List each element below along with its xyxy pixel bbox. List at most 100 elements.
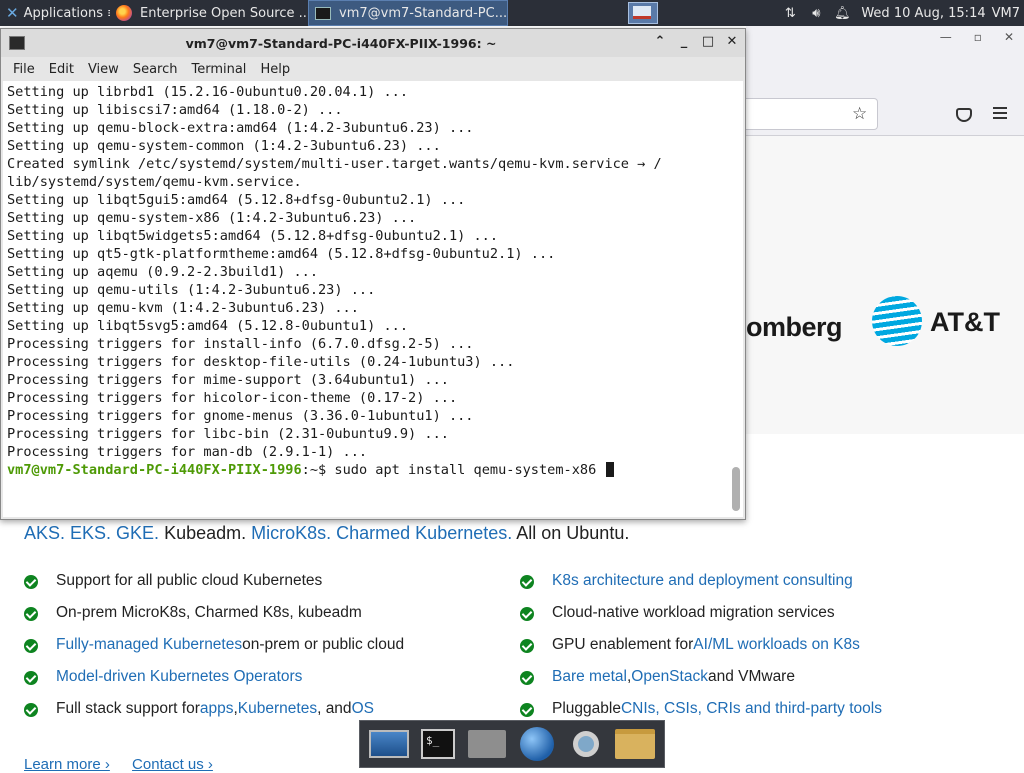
- terminal-line: Processing triggers for gnome-menus (3.3…: [7, 408, 474, 424]
- menu-terminal[interactable]: Terminal: [179, 62, 246, 77]
- notification-bell-icon[interactable]: 🔔︎: [831, 0, 853, 26]
- prompt-user-host: vm7@vm7-Standard-PC-i440FX-PIIX-1996: [7, 462, 302, 478]
- browser-toolbar: — ▫ ✕ ☆: [746, 26, 1024, 136]
- feature-link[interactable]: K8s architecture and deployment consulti…: [552, 572, 853, 590]
- terminal-line: Processing triggers for man-db (2.9.1-1)…: [7, 444, 368, 460]
- terminal-line: Setting up aqemu (0.9.2-2.3build1) ...: [7, 264, 318, 280]
- clock[interactable]: Wed 10 Aug, 15:14: [853, 6, 991, 21]
- home-folder-icon: [468, 730, 507, 758]
- network-icon[interactable]: ⇅: [779, 0, 801, 26]
- feature-text: Full stack support for: [56, 700, 200, 717]
- browser-maximize-icon[interactable]: ▫: [974, 30, 982, 44]
- terminal-scrollbar[interactable]: [732, 467, 740, 511]
- menu-view[interactable]: View: [76, 62, 119, 77]
- top-panel: ✕ Applications ≡ Enterprise Open Source …: [0, 0, 1024, 26]
- firefox-icon: [116, 5, 132, 21]
- minimize-icon[interactable]: _: [677, 34, 691, 49]
- hamburger-menu-icon[interactable]: [993, 107, 1007, 122]
- check-icon: [24, 639, 38, 653]
- dock-browser-button[interactable]: [515, 724, 559, 764]
- feature-text: and VMware: [707, 668, 795, 685]
- feature-link-os[interactable]: OS: [352, 700, 374, 718]
- terminal-line: Processing triggers for libc-bin (2.31-0…: [7, 426, 449, 442]
- taskbar-firefox-button[interactable]: Enterprise Open Source ...: [110, 0, 308, 26]
- terminal-line: lib/systemd/system/qemu-kvm.service.: [7, 174, 302, 190]
- heading-link-aks-eks-gke[interactable]: AKS. EKS. GKE.: [24, 523, 159, 543]
- terminal-line: Created symlink /etc/systemd/system/mult…: [7, 156, 662, 172]
- list-item: Bare metal, OpenStack and VMware: [520, 668, 882, 700]
- dock: $_: [359, 720, 665, 768]
- dock-home-button[interactable]: [465, 724, 509, 764]
- taskbar-terminal-label: vm7@vm7-Standard-PC...: [339, 5, 508, 21]
- feature-text: , and: [317, 700, 352, 717]
- terminal-line: Setting up libqt5widgets5:amd64 (5.12.8+…: [7, 228, 499, 244]
- terminal-window: vm7@vm7-Standard-PC-i440FX-PIIX-1996: ~ …: [0, 28, 746, 520]
- check-icon: [24, 671, 38, 685]
- list-item: K8s architecture and deployment consulti…: [520, 572, 882, 604]
- workspace-switcher[interactable]: [628, 2, 658, 24]
- kubernetes-heading: AKS. EKS. GKE. Kubeadm. MicroK8s. Charme…: [24, 523, 629, 544]
- terminal-line: Setting up qemu-utils (1:4.2-3ubuntu6.23…: [7, 282, 376, 298]
- feature-link[interactable]: Model-driven Kubernetes Operators: [56, 668, 302, 686]
- feature-link[interactable]: CNIs, CSIs, CRIs and third-party tools: [621, 700, 882, 718]
- feature-link[interactable]: Fully-managed Kubernetes: [56, 636, 242, 654]
- check-icon: [520, 703, 534, 717]
- shade-up-icon[interactable]: ⌃: [653, 34, 667, 49]
- terminal-titlebar[interactable]: vm7@vm7-Standard-PC-i440FX-PIIX-1996: ~ …: [1, 29, 745, 57]
- list-item: Fully-managed Kubernetes on-prem or publ…: [24, 636, 404, 668]
- maximize-icon[interactable]: □: [701, 34, 715, 49]
- learn-more-links: Learn more › Contact us ›: [24, 756, 231, 773]
- check-icon: [520, 607, 534, 621]
- browser-minimize-icon[interactable]: —: [940, 30, 952, 44]
- terminal-line: Processing triggers for desktop-file-uti…: [7, 354, 515, 370]
- feature-link-kubernetes[interactable]: Kubernetes: [238, 700, 317, 718]
- terminal-line: Setting up qt5-gtk-platformtheme:amd64 (…: [7, 246, 556, 262]
- pocket-icon[interactable]: [956, 108, 972, 122]
- applications-menu[interactable]: ✕ Applications ≡: [0, 0, 110, 26]
- browser-close-icon[interactable]: ✕: [1004, 30, 1014, 44]
- terminal-output[interactable]: Setting up librbd1 (15.2.16-0ubuntu0.20.…: [3, 81, 743, 517]
- check-icon: [24, 703, 38, 717]
- terminal-line: Processing triggers for mime-support (3.…: [7, 372, 449, 388]
- terminal-window-controls: ⌃ _ □ ✕: [653, 34, 739, 49]
- prompt-line: vm7@vm7-Standard-PC-i440FX-PIIX-1996:~$ …: [7, 461, 731, 479]
- list-item: On-prem MicroK8s, Charmed K8s, kubeadm: [24, 604, 404, 636]
- close-icon[interactable]: ✕: [725, 34, 739, 49]
- heading-link-microk8s[interactable]: MicroK8s. Charmed Kubernetes.: [251, 523, 512, 543]
- browser-window-controls: — ▫ ✕: [940, 30, 1014, 44]
- att-logo: AT&T: [930, 307, 1000, 337]
- learn-more-link[interactable]: Learn more ›: [24, 756, 110, 773]
- feature-link[interactable]: AI/ML workloads on K8s: [693, 636, 860, 654]
- taskbar-firefox-label: Enterprise Open Source ...: [140, 5, 308, 21]
- bookmark-star-icon[interactable]: ☆: [852, 104, 867, 124]
- dock-search-button[interactable]: [564, 724, 608, 764]
- dock-files-button[interactable]: [613, 724, 657, 764]
- bloomberg-logo: omberg: [746, 312, 843, 342]
- desktop-icon: [368, 730, 409, 758]
- feature-link-apps[interactable]: apps: [200, 700, 234, 718]
- check-icon: [520, 575, 534, 589]
- menu-file[interactable]: File: [1, 62, 35, 77]
- list-item: Support for all public cloud Kubernetes: [24, 572, 404, 604]
- dock-terminal-button[interactable]: $_: [416, 724, 460, 764]
- feature-link-openstack[interactable]: OpenStack: [631, 668, 708, 686]
- menu-help[interactable]: Help: [248, 62, 290, 77]
- taskbar-terminal-button[interactable]: vm7@vm7-Standard-PC...: [308, 0, 508, 26]
- contact-us-link[interactable]: Contact us ›: [132, 756, 213, 773]
- dock-desktop-button[interactable]: [367, 724, 411, 764]
- terminal-text: Setting up librbd1 (15.2.16-0ubuntu0.20.…: [7, 83, 731, 479]
- user-menu[interactable]: VM7: [992, 6, 1024, 21]
- feature-text: On-prem MicroK8s, Charmed K8s, kubeadm: [56, 604, 362, 621]
- menu-edit[interactable]: Edit: [37, 62, 74, 77]
- feature-text: GPU enablement for: [552, 636, 694, 653]
- terminal-icon: [315, 6, 331, 20]
- terminal-line: Processing triggers for install-info (6.…: [7, 336, 474, 352]
- search-icon: [572, 731, 599, 757]
- menu-search[interactable]: Search: [121, 62, 178, 77]
- volume-icon[interactable]: 🔊︎: [805, 0, 827, 26]
- feature-link-bare-metal[interactable]: Bare metal: [552, 668, 627, 686]
- feature-text: on-prem or public cloud: [242, 636, 405, 653]
- terminal-line: Setting up qemu-system-common (1:4.2-3ub…: [7, 138, 441, 154]
- list-item: Model-driven Kubernetes Operators: [24, 668, 404, 700]
- feature-text: Support for all public cloud Kubernetes: [56, 572, 323, 589]
